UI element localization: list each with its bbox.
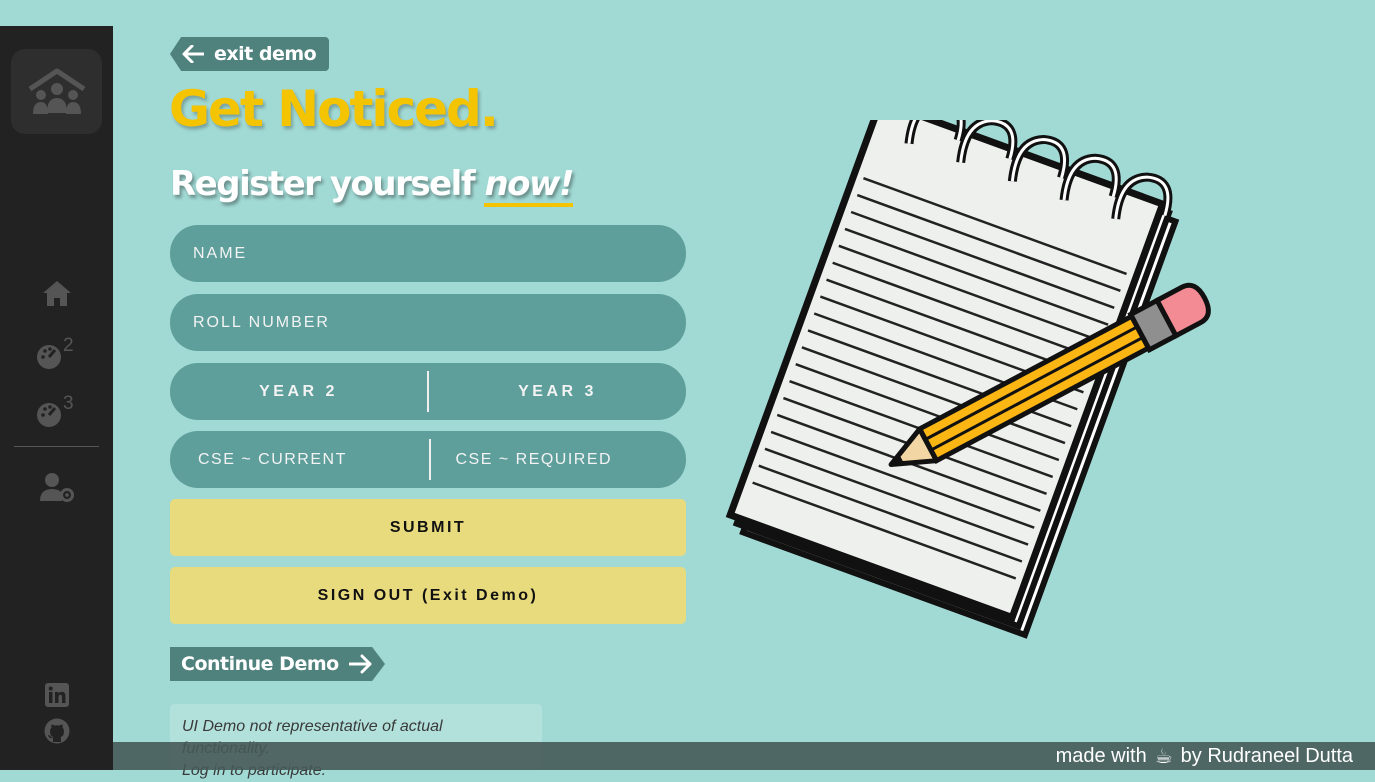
user-gear-icon	[40, 473, 74, 502]
name-input[interactable]: NAME	[170, 225, 686, 282]
nav-dashboard-year-3[interactable]: 3	[36, 395, 78, 429]
exit-demo-button[interactable]: exit demo	[170, 37, 329, 71]
arrow-right-icon	[348, 654, 372, 674]
cse-selector: CSE ~ CURRENT CSE ~ REQUIRED	[170, 431, 686, 488]
year-2-superscript: 2	[63, 337, 74, 356]
sidebar: 2 3	[0, 26, 113, 770]
nav-linkedin[interactable]	[36, 678, 78, 712]
cse-required-option[interactable]: CSE ~ REQUIRED	[431, 431, 687, 488]
subtitle-emphasis: now!	[484, 165, 574, 207]
arrow-left-icon	[182, 45, 204, 63]
cse-current-option[interactable]: CSE ~ CURRENT	[170, 431, 429, 488]
year-selector: YEAR 2 YEAR 3	[170, 363, 686, 420]
name-placeholder: NAME	[193, 244, 248, 262]
roll-number-input[interactable]: ROLL NUMBER	[170, 294, 686, 351]
exit-demo-label: exit demo	[214, 43, 317, 65]
coffee-cup-icon: ☕	[1154, 744, 1173, 768]
sidebar-divider	[14, 446, 99, 447]
nav-dashboard-year-2[interactable]: 2	[36, 337, 78, 371]
family-house-icon	[28, 68, 85, 114]
nav-github[interactable]	[36, 714, 78, 748]
year-3-superscript: 3	[63, 395, 74, 414]
app-logo[interactable]	[11, 49, 102, 134]
footer-author: by Rudraneel Dutta	[1180, 744, 1353, 767]
year-3-option[interactable]: YEAR 3	[429, 363, 686, 420]
gauge-icon: 3	[37, 395, 74, 427]
continue-demo-button[interactable]: Continue Demo	[170, 647, 385, 681]
home-icon	[43, 281, 71, 306]
sign-out-button[interactable]: SIGN OUT (Exit Demo)	[170, 567, 686, 624]
continue-demo-label: Continue Demo	[181, 653, 339, 675]
footer-credit: made with ☕ by Rudraneel Dutta	[113, 742, 1375, 770]
submit-button[interactable]: SUBMIT	[170, 499, 686, 556]
gauge-icon: 2	[37, 337, 74, 369]
nav-admin[interactable]	[36, 470, 78, 504]
page-subtitle: Register yourself now!	[170, 164, 574, 207]
subtitle-prefix: Register yourself	[170, 164, 485, 204]
nav-home[interactable]	[36, 276, 78, 310]
notepad-pencil-illustration	[725, 120, 1211, 639]
top-strip	[0, 0, 113, 26]
footer-prefix: made with	[1055, 744, 1147, 767]
roll-number-placeholder: ROLL NUMBER	[193, 313, 330, 331]
github-icon	[44, 718, 70, 744]
year-2-option[interactable]: YEAR 2	[170, 363, 427, 420]
linkedin-icon	[45, 683, 69, 707]
page-title: Get Noticed.	[169, 80, 499, 138]
